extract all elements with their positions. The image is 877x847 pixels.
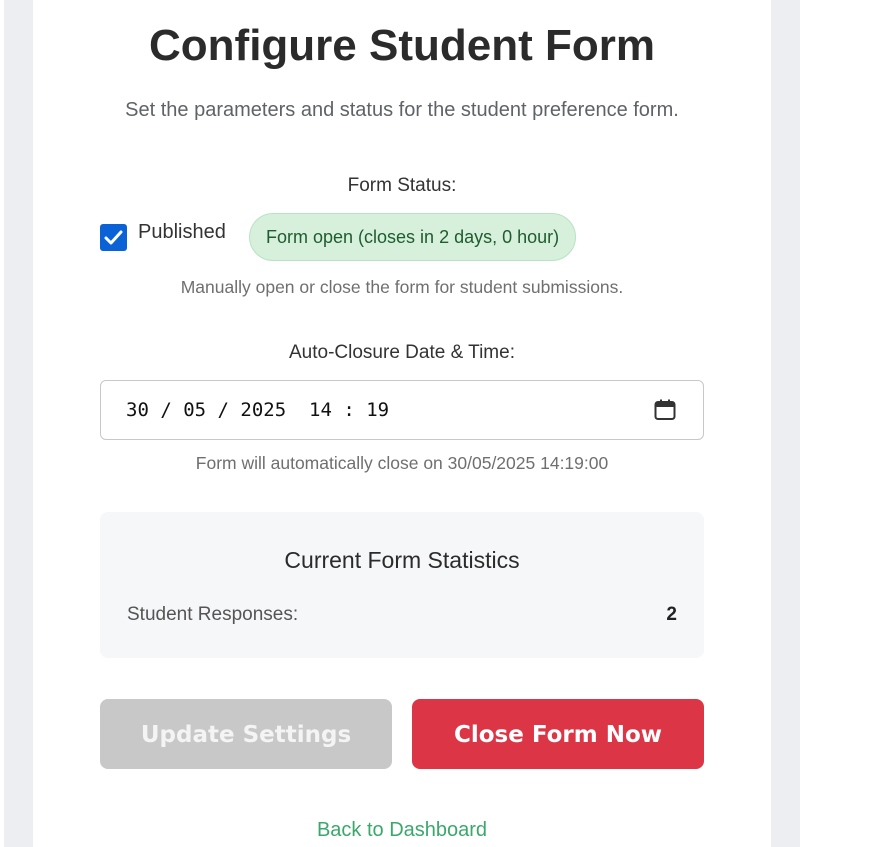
auto-closure-label: Auto-Closure Date & Time: (289, 342, 515, 363)
form-config-card: Configure Student Form Set the parameter… (33, 0, 771, 847)
calendar-icon[interactable] (653, 398, 677, 422)
datetime-value[interactable]: 30 / 05 / 2025 14 : 19 (126, 398, 389, 422)
checkmark-icon (104, 230, 123, 245)
form-status-badge: Form open (closes in 2 days, 0 hour) (249, 213, 577, 261)
student-responses-label: Student Responses: (127, 604, 299, 625)
published-checkbox[interactable] (100, 224, 127, 251)
page-title: Configure Student Form (149, 21, 655, 70)
form-status-label: Form Status: (347, 175, 457, 196)
student-responses-count: 2 (666, 604, 677, 625)
form-status-row: Published Form open (closes in 2 days, 0… (100, 213, 704, 261)
back-to-dashboard-link[interactable]: Back to Dashboard (100, 818, 704, 842)
update-settings-button[interactable]: Update Settings (100, 699, 392, 769)
close-form-now-button[interactable]: Close Form Now (412, 699, 704, 769)
auto-closure-datetime-input[interactable]: 30 / 05 / 2025 14 : 19 (100, 380, 704, 440)
form-statistics-panel: Current Form Statistics Student Response… (100, 512, 704, 658)
form-status-help: Manually open or close the form for stud… (180, 277, 624, 297)
statistics-title: Current Form Statistics (284, 547, 520, 573)
page-subtitle: Set the parameters and status for the st… (125, 99, 679, 121)
auto-closure-help: Form will automatically close on 30/05/2… (195, 453, 609, 473)
published-label[interactable]: Published (138, 220, 226, 244)
